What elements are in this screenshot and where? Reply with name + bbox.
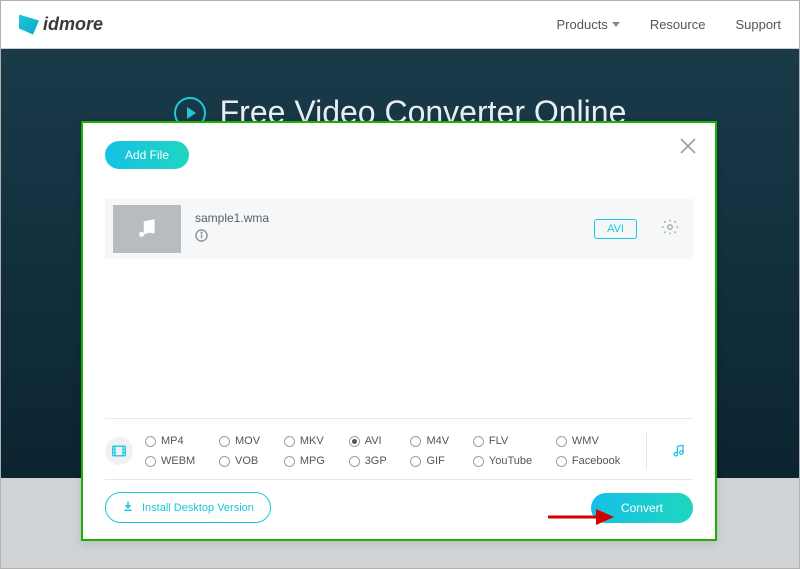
format-option-label: YouTube — [489, 455, 532, 467]
music-note-icon — [134, 216, 160, 242]
install-desktop-label: Install Desktop Version — [142, 502, 254, 514]
topbar: idmore Products Resource Support — [1, 1, 799, 49]
nav-support[interactable]: Support — [735, 17, 781, 32]
format-option-label: VOB — [235, 455, 258, 467]
radio-icon — [410, 436, 421, 447]
install-desktop-button[interactable]: Install Desktop Version — [105, 492, 271, 523]
file-row: sample1.wma AVI — [105, 199, 693, 259]
format-option-label: M4V — [426, 435, 449, 447]
format-selector-bar: MP4 MOV MKV AVI M4V FLV WMV WEBM VOB MPG 3GP GIF You… — [105, 418, 693, 479]
nav-support-label: Support — [735, 17, 781, 32]
format-option-vob[interactable]: VOB — [219, 455, 268, 467]
radio-icon — [410, 456, 421, 467]
radio-icon — [219, 436, 230, 447]
radio-icon — [219, 456, 230, 467]
converter-modal: Add File sample1.wma AVI MP4MOVMK — [81, 121, 717, 541]
format-option-m4v[interactable]: M4V — [410, 435, 456, 447]
radio-icon — [473, 456, 484, 467]
close-button[interactable] — [679, 137, 697, 155]
logo-mark-icon — [19, 15, 39, 35]
radio-icon — [556, 456, 567, 467]
format-option-3gp[interactable]: 3GP — [349, 455, 395, 467]
nav-products[interactable]: Products — [557, 17, 620, 32]
convert-label: Convert — [621, 501, 663, 515]
format-option-wmv[interactable]: WMV — [556, 435, 628, 447]
brand-logo[interactable]: idmore — [19, 14, 103, 35]
format-option-facebook[interactable]: Facebook — [556, 455, 628, 467]
file-name: sample1.wma — [195, 211, 580, 225]
file-meta: sample1.wma — [195, 211, 580, 247]
format-grid: MP4 MOV MKV AVI M4V FLV WMV WEBM VOB MPG 3GP GIF You… — [145, 435, 628, 467]
format-option-mkv[interactable]: MKV — [284, 435, 333, 447]
file-thumbnail — [113, 205, 181, 253]
modal-footer: Install Desktop Version Convert — [105, 479, 693, 523]
format-option-mov[interactable]: MOV — [219, 435, 268, 447]
radio-icon — [284, 456, 295, 467]
file-settings-button[interactable] — [661, 218, 679, 241]
format-option-label: MPG — [300, 455, 325, 467]
format-option-avi[interactable]: AVI — [349, 435, 395, 447]
format-option-label: AVI — [365, 435, 382, 447]
format-option-mpg[interactable]: MPG — [284, 455, 333, 467]
format-option-label: WEBM — [161, 455, 195, 467]
app-frame: idmore Products Resource Support Free Vi… — [0, 0, 800, 569]
format-option-mp4[interactable]: MP4 — [145, 435, 203, 447]
format-option-label: MP4 — [161, 435, 184, 447]
radio-icon — [349, 456, 360, 467]
convert-button[interactable]: Convert — [591, 493, 693, 523]
nav-products-label: Products — [557, 17, 608, 32]
nav-resource-label: Resource — [650, 17, 706, 32]
divider — [646, 433, 647, 469]
format-option-label: MOV — [235, 435, 260, 447]
radio-icon — [145, 436, 156, 447]
info-icon[interactable] — [195, 229, 580, 247]
format-option-label: WMV — [572, 435, 599, 447]
download-icon — [122, 500, 134, 515]
format-option-label: FLV — [489, 435, 508, 447]
nav-resource[interactable]: Resource — [650, 17, 706, 32]
format-option-youtube[interactable]: YouTube — [473, 455, 540, 467]
top-navigation: Products Resource Support — [557, 17, 782, 32]
file-format-badge[interactable]: AVI — [594, 219, 637, 239]
format-option-gif[interactable]: GIF — [410, 455, 456, 467]
format-option-label: GIF — [426, 455, 444, 467]
audio-category-icon[interactable] — [665, 437, 693, 465]
radio-icon — [473, 436, 484, 447]
format-option-label: MKV — [300, 435, 324, 447]
radio-icon — [145, 456, 156, 467]
format-option-webm[interactable]: WEBM — [145, 455, 203, 467]
video-category-icon[interactable] — [105, 437, 133, 465]
format-option-flv[interactable]: FLV — [473, 435, 540, 447]
chevron-down-icon — [612, 22, 620, 27]
brand-text: idmore — [43, 14, 103, 35]
add-file-button[interactable]: Add File — [105, 141, 189, 169]
format-option-label: 3GP — [365, 455, 387, 467]
radio-icon — [349, 436, 360, 447]
add-file-label: Add File — [125, 148, 169, 162]
radio-icon — [284, 436, 295, 447]
format-option-label: Facebook — [572, 455, 620, 467]
radio-icon — [556, 436, 567, 447]
